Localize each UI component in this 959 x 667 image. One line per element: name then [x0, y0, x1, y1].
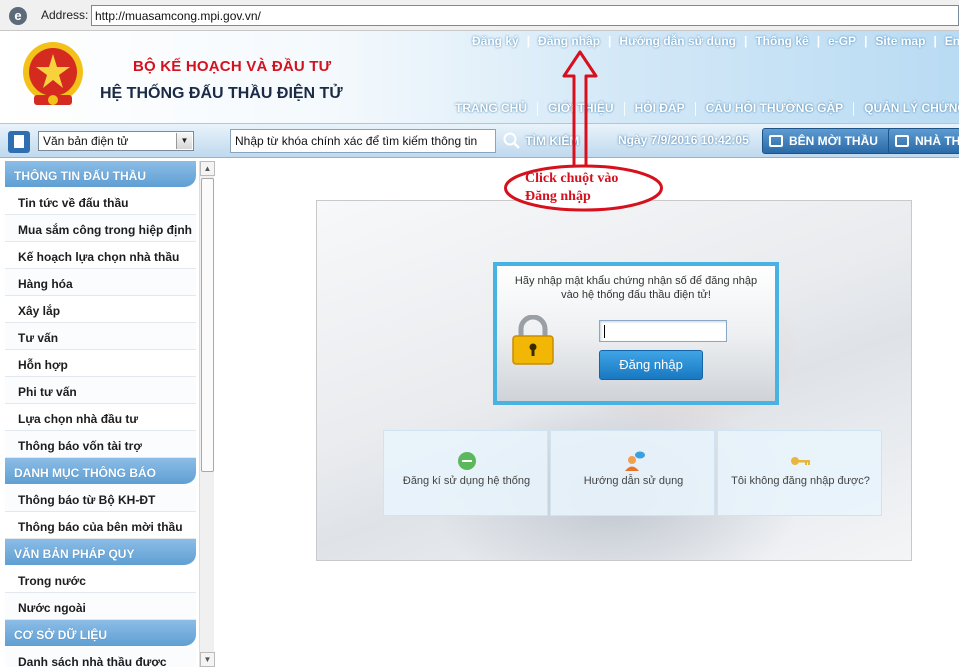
- annotation-line-1: Click chuột vào: [525, 171, 619, 186]
- sidebar-item-foreign[interactable]: Nước ngoài: [5, 593, 196, 620]
- top-link-sitemap[interactable]: Site map: [875, 34, 925, 48]
- sidebar-item-contractor-selection-plan[interactable]: Kế hoạch lựa chọn nhà thầu: [5, 242, 196, 269]
- cannot-login-option-label: Tôi không đăng nhập được?: [731, 475, 870, 487]
- current-datetime: Ngày 7/9/2016 10:42:05: [618, 133, 749, 147]
- sidebar-item-goods[interactable]: Hàng hóa: [5, 269, 196, 296]
- sidebar-item-tender-news[interactable]: Tin tức về đấu thầu: [5, 188, 196, 215]
- site-header: BỘ KẾ HOẠCH VÀ ĐẦU TƯ HỆ THỐNG ĐẤU THẦU …: [0, 31, 959, 123]
- nav-certificate-management[interactable]: QUẢN LÝ CHỨNG TH: [864, 101, 959, 115]
- scroll-down-arrow-icon[interactable]: ▼: [200, 652, 215, 667]
- top-link-user-guide[interactable]: Hướng dẫn sử dụng: [619, 34, 736, 48]
- top-link-statistics[interactable]: Thống kê: [755, 34, 808, 48]
- top-links-separator: |: [608, 34, 612, 48]
- login-instruction: Hãy nhập mật khẩu chứng nhận số để đăng …: [514, 275, 758, 301]
- search-toolbar: Văn bản điện tử ▼ Nhập từ khóa chính xác…: [0, 123, 959, 158]
- nav-home[interactable]: TRANG CHỦ: [455, 101, 527, 115]
- sidebar-section-legal-documents[interactable]: VĂN BẢN PHÁP QUY: [5, 539, 196, 566]
- register-icon: [458, 452, 476, 470]
- annotation-text: Click chuột vào Đăng nhập: [525, 170, 618, 206]
- sidebar-item-investor-selection[interactable]: Lựa chọn nhà đầu tư: [5, 404, 196, 431]
- browser-address-bar: e Address:: [0, 0, 959, 31]
- top-links-separator: |: [933, 34, 937, 48]
- category-selected-value: Văn bản điện tử: [43, 134, 129, 148]
- search-input[interactable]: Nhập từ khóa chính xác để tìm kiếm thông…: [230, 129, 496, 153]
- top-links-separator: |: [743, 34, 748, 48]
- top-links-separator: |: [526, 34, 531, 48]
- login-button[interactable]: Đăng nhập: [599, 350, 703, 380]
- cannot-login-option-card[interactable]: Tôi không đăng nhập được?: [717, 430, 882, 516]
- system-title: HỆ THỐNG ĐẤU THẦU ĐIỆN TỬ: [100, 85, 343, 102]
- sidebar-item-non-consulting[interactable]: Phi tư vấn: [5, 377, 196, 404]
- nav-divider: [853, 101, 855, 116]
- sidebar-section-notices[interactable]: DANH MỤC THÔNG BÁO: [5, 458, 196, 485]
- keys-icon: [791, 457, 810, 465]
- nav-divider: [537, 101, 538, 116]
- national-emblem-icon: [23, 42, 83, 105]
- top-link-login[interactable]: Đăng nhập: [538, 34, 600, 48]
- chevron-down-icon[interactable]: ▼: [176, 133, 192, 149]
- certificate-password-input[interactable]: [599, 320, 727, 342]
- padlock-icon: [512, 315, 554, 365]
- procuring-entity-label: BÊN MỜI THẦU: [789, 134, 878, 148]
- top-links-separator: |: [816, 34, 821, 48]
- register-option-label: Đăng kí sử dụng hệ thống: [402, 475, 531, 487]
- sidebar-item-procuring-entity-notice[interactable]: Thông báo của bên mời thầu: [5, 512, 196, 539]
- ministry-name: BỘ KẾ HOẠCH VÀ ĐẦU TƯ: [133, 58, 332, 75]
- top-link-english[interactable]: Eng: [945, 34, 959, 48]
- scroll-up-arrow-icon[interactable]: ▲: [200, 161, 215, 176]
- contractor-label: NHÀ TH: [915, 134, 959, 148]
- browser-page-icon: e: [9, 7, 27, 25]
- top-link-egp[interactable]: e-GP: [828, 34, 856, 48]
- address-input[interactable]: [91, 5, 959, 26]
- sidebar-item-public-procurement-agreement[interactable]: Mua sắm công trong hiệp định: [5, 215, 196, 242]
- top-link-register[interactable]: Đăng ký: [472, 34, 519, 48]
- sidebar-item-mixed[interactable]: Hỗn hợp: [5, 350, 196, 377]
- nav-divider: [694, 101, 696, 116]
- text-caret: [604, 325, 605, 338]
- search-icon: [503, 132, 520, 149]
- annotation-line-2: Đăng nhập: [525, 189, 591, 204]
- contractor-button[interactable]: NHÀ TH: [888, 128, 959, 154]
- user-guide-option-card[interactable]: Hướng dẫn sử dụng: [550, 430, 715, 516]
- top-links-separator: |: [864, 34, 868, 48]
- main-nav: TRANG CHỦ GIỚI THIỆU HỎI ĐÁP CÂU HỎI THƯỜNG…: [455, 101, 959, 116]
- sidebar-section-database[interactable]: CƠ SỞ DỮ LIỆU: [5, 620, 196, 647]
- nav-divider: [623, 101, 625, 116]
- sidebar-item-ministry-notice[interactable]: Thông báo từ Bộ KH-ĐT: [5, 485, 196, 512]
- category-select[interactable]: Văn bản điện tử ▼: [38, 131, 194, 151]
- annotation-arrow-icon: [562, 50, 598, 170]
- register-option-card[interactable]: Đăng kí sử dụng hệ thống: [383, 430, 548, 516]
- sidebar-item-contractor-list[interactable]: Danh sách nhà thầu được: [5, 647, 196, 667]
- scrollbar-thumb[interactable]: [201, 178, 214, 472]
- sidebar-item-consulting[interactable]: Tư vấn: [5, 323, 196, 350]
- support-person-icon: [625, 451, 645, 471]
- user-guide-option-label: Hướng dẫn sử dụng: [583, 475, 684, 487]
- sidebar-scrollbar[interactable]: ▲ ▼: [199, 161, 215, 667]
- address-label: Address:: [41, 8, 89, 22]
- sidebar: THÔNG TIN ĐẤU THẦU Tin tức về đấu thầu M…: [5, 161, 214, 667]
- login-box: Hãy nhập mật khẩu chứng nhận số để đăng …: [493, 262, 779, 405]
- document-icon: [8, 131, 30, 153]
- nav-faq[interactable]: CÂU HỎI THƯỜNG GẶP: [706, 101, 844, 115]
- book-icon: [769, 135, 783, 147]
- sidebar-item-construction[interactable]: Xây lắp: [5, 296, 196, 323]
- sidebar-section-tender-info[interactable]: THÔNG TIN ĐẤU THẦU: [5, 161, 196, 188]
- login-panel: Hãy nhập mật khẩu chứng nhận số để đăng …: [316, 200, 912, 561]
- top-links: Đăng ký | Đăng nhập | Hướng dẫn sử dụng | Thốn…: [472, 34, 959, 48]
- plant-icon: [895, 135, 909, 147]
- sidebar-item-funding-notice[interactable]: Thông báo vốn tài trợ: [5, 431, 196, 458]
- nav-qa[interactable]: HỎI ĐÁP: [635, 101, 685, 115]
- sidebar-item-domestic[interactable]: Trong nước: [5, 566, 196, 593]
